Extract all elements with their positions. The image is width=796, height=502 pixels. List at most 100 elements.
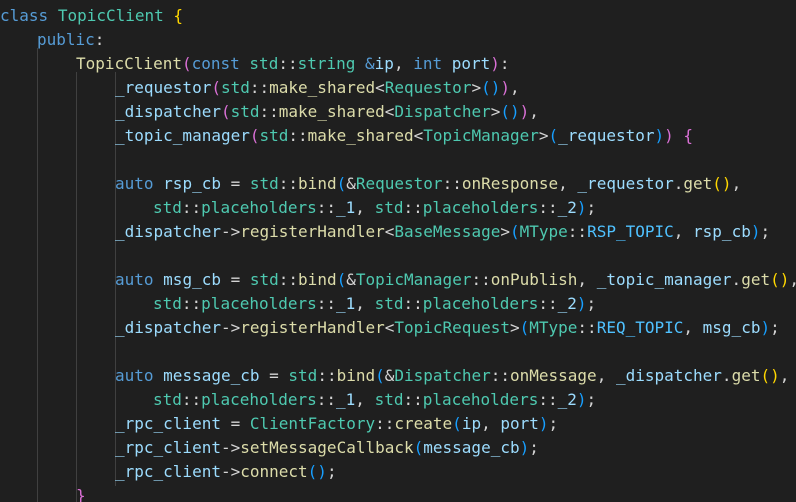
code-token: } (76, 486, 86, 502)
code-token: -> (220, 222, 241, 241)
code-token: :: (249, 78, 270, 97)
code-editor[interactable]: class TopicClient {public: TopicClient(co… (0, 0, 796, 502)
code-token: MType (519, 222, 568, 241)
code-token: TopicRequest (394, 318, 510, 337)
code-line[interactable]: public: (37, 28, 104, 52)
code-token: _requestor (577, 174, 674, 193)
code-token: :: (278, 174, 299, 193)
code-token: > (509, 318, 520, 337)
code-line[interactable]: _rpc_client->setMessageCallback(message_… (115, 436, 539, 460)
code-token: & (365, 54, 375, 73)
code-token: TopicManager (355, 270, 472, 289)
code-token: std (374, 198, 404, 217)
code-token: () (712, 174, 732, 193)
code-token: _1 (336, 390, 356, 409)
code-line[interactable]: _dispatcher->registerHandler<BaseMessage… (115, 220, 770, 244)
code-token: setMessageCallback (240, 438, 414, 457)
code-token: auto (115, 270, 154, 289)
code-token: std (259, 126, 289, 145)
code-token: TopicClient (57, 6, 164, 25)
code-token: make_shared (307, 126, 414, 145)
code-token: :: (317, 366, 337, 385)
code-token: = (220, 270, 250, 289)
code-token: () (760, 366, 780, 385)
code-token: std (153, 294, 182, 313)
code-token: make_shared (278, 102, 385, 121)
code-token: auto (115, 366, 154, 385)
code-line[interactable]: auto rsp_cb = std::bind(&Requestor::onRe… (115, 172, 741, 196)
code-token: ( (181, 54, 192, 73)
code-token: ) (519, 102, 530, 121)
code-token: std (288, 366, 318, 385)
code-token: ; (770, 318, 780, 337)
code-token: , (683, 318, 703, 337)
code-token: () (770, 270, 790, 289)
code-line[interactable]: } (76, 484, 86, 502)
code-token: std (374, 390, 404, 409)
code-token: ( (249, 126, 260, 145)
code-token: :: (316, 294, 337, 313)
code-line[interactable]: _topic_manager(std::make_shared<TopicMan… (115, 124, 693, 148)
code-line[interactable]: std::placeholders::_1, std::placeholders… (153, 292, 596, 316)
code-token: :: (577, 318, 597, 337)
code-token: , (355, 390, 375, 409)
code-token: :: (316, 198, 337, 217)
code-token: < (384, 222, 395, 241)
code-token: :: (375, 414, 395, 433)
code-token: , (355, 294, 375, 313)
code-token: registerHandler (240, 222, 385, 241)
code-token: < (384, 318, 395, 337)
code-token: :: (471, 270, 491, 289)
code-token: , (779, 366, 790, 385)
code-line[interactable]: auto message_cb = std::bind(&Dispatcher:… (115, 364, 789, 388)
code-token: , (355, 198, 375, 217)
code-token: placeholders (422, 198, 539, 217)
code-token: ; (586, 198, 597, 217)
code-line[interactable]: class TopicClient { (0, 4, 183, 28)
code-token: ( (509, 222, 520, 241)
code-token: > (471, 78, 482, 97)
code-token: ( (519, 318, 530, 337)
code-line[interactable]: _requestor(std::make_shared<Requestor>()… (115, 76, 520, 100)
code-token: Dispatcher (394, 366, 491, 385)
code-line[interactable]: _dispatcher(std::make_shared<Dispatcher>… (115, 100, 539, 124)
code-token: ( (220, 102, 231, 121)
code-token: :: (538, 198, 558, 217)
code-token: bind (336, 366, 376, 385)
code-token: & (346, 174, 356, 193)
code-token: _topic_manager (596, 270, 732, 289)
code-token: _rpc_client (115, 462, 221, 481)
code-token: _requestor (115, 78, 212, 97)
code-line[interactable]: auto msg_cb = std::bind(&TopicManager::o… (115, 268, 796, 292)
code-token: :: (403, 294, 423, 313)
code-token: < (413, 126, 424, 145)
code-token: connect (240, 462, 308, 481)
code-token: ; (548, 414, 559, 433)
code-token: _dispatcher (115, 222, 221, 241)
code-token: placeholders (422, 390, 539, 409)
code-line[interactable]: _dispatcher->registerHandler<TopicReques… (115, 316, 780, 340)
indent-guide (76, 72, 77, 502)
code-token: registerHandler (240, 318, 385, 337)
code-token: msg_cb (163, 270, 221, 289)
code-token: ) (538, 414, 549, 433)
code-token: onResponse (461, 174, 559, 193)
code-token: , (577, 270, 597, 289)
code-line[interactable]: std::placeholders::_1, std::placeholders… (153, 196, 596, 220)
code-line[interactable]: _rpc_client->connect(); (115, 460, 337, 484)
code-token: :: (403, 390, 423, 409)
code-line[interactable]: TopicClient(const std::string &ip, int p… (76, 52, 510, 76)
code-token: std (153, 390, 182, 409)
code-line[interactable]: std::placeholders::_1, std::placeholders… (153, 388, 596, 412)
code-line[interactable]: _rpc_client = ClientFactory::create(ip, … (115, 412, 558, 436)
code-token: auto (115, 174, 154, 193)
code-token: placeholders (422, 294, 539, 313)
indent-guide (37, 48, 38, 502)
code-token: > (538, 126, 549, 145)
code-token: :: (181, 198, 202, 217)
code-token: _1 (336, 198, 356, 217)
